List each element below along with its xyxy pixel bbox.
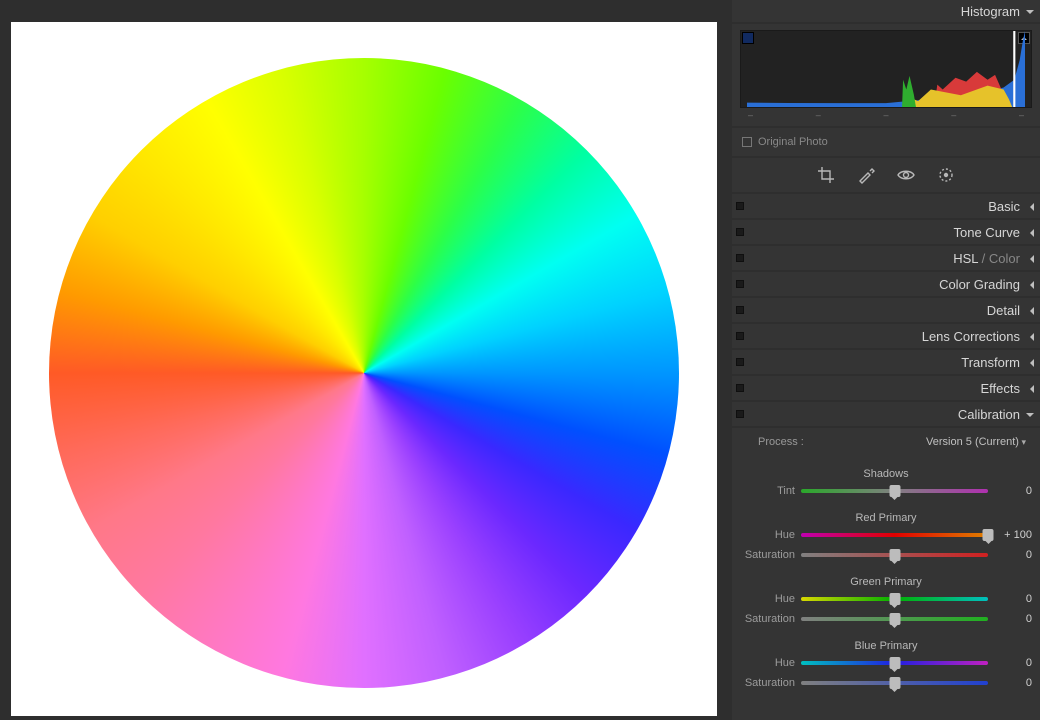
image-canvas[interactable]: [11, 22, 717, 716]
panel-label: Tone Curve: [954, 225, 1034, 240]
panel-detail[interactable]: Detail: [732, 298, 1040, 324]
panel-label: Calibration: [958, 407, 1034, 422]
slider-label: Tint: [740, 485, 795, 497]
slider-label: Hue: [740, 657, 795, 669]
process-row[interactable]: Process : Version 5 (Current): [740, 428, 1032, 456]
green-primary-title: Green Primary: [740, 576, 1032, 588]
panel-calibration[interactable]: Calibration: [732, 402, 1040, 428]
slider-thumb[interactable]: [889, 549, 900, 561]
slider-thumb[interactable]: [889, 485, 900, 497]
slider-thumb[interactable]: [889, 613, 900, 625]
red-hue-slider[interactable]: Hue + 100: [740, 526, 1032, 544]
slider-label: Saturation: [740, 613, 795, 625]
panel-toggle[interactable]: [736, 202, 744, 210]
slider-value[interactable]: + 100: [992, 529, 1032, 541]
calibration-body: Process : Version 5 (Current) Shadows Ti…: [732, 428, 1040, 702]
slider-track[interactable]: [801, 617, 988, 621]
histogram-title: Histogram: [961, 4, 1034, 19]
panel-effects[interactable]: Effects: [732, 376, 1040, 402]
panel-hsl-color[interactable]: HSL / Color: [732, 246, 1040, 272]
tint-slider[interactable]: Tint 0: [740, 482, 1032, 500]
panel-label: Basic: [988, 199, 1034, 214]
tick: –: [1019, 110, 1024, 120]
panel-label: Detail: [987, 303, 1034, 318]
brush-icon[interactable]: [857, 166, 875, 184]
histogram-ticks: – – – – –: [740, 108, 1032, 120]
panel-lens-corrections[interactable]: Lens Corrections: [732, 324, 1040, 350]
radial-icon[interactable]: [937, 166, 955, 184]
panel-transform[interactable]: Transform: [732, 350, 1040, 376]
crop-icon[interactable]: [817, 166, 835, 184]
green-sat-slider[interactable]: Saturation 0: [740, 610, 1032, 628]
panel-toggle[interactable]: [736, 254, 744, 262]
eye-icon[interactable]: [897, 166, 915, 184]
slider-track[interactable]: [801, 489, 988, 493]
original-photo-checkbox[interactable]: [742, 137, 752, 147]
tick: –: [748, 110, 753, 120]
panel-label: Effects: [980, 381, 1034, 396]
develop-panel: Histogram – – – – – Original Photo: [732, 0, 1040, 720]
slider-label: Saturation: [740, 549, 795, 561]
panel-label: Color Grading: [939, 277, 1034, 292]
slider-thumb[interactable]: [983, 529, 994, 541]
slider-value[interactable]: 0: [992, 657, 1032, 669]
panel-toggle[interactable]: [736, 410, 744, 418]
slider-track[interactable]: [801, 533, 988, 537]
blue-hue-slider[interactable]: Hue 0: [740, 654, 1032, 672]
panel-tone-curve[interactable]: Tone Curve: [732, 220, 1040, 246]
green-hue-slider[interactable]: Hue 0: [740, 590, 1032, 608]
slider-track[interactable]: [801, 661, 988, 665]
tick: –: [816, 110, 821, 120]
red-sat-slider[interactable]: Saturation 0: [740, 546, 1032, 564]
blue-sat-slider[interactable]: Saturation 0: [740, 674, 1032, 692]
tick: –: [883, 110, 888, 120]
panel-toggle[interactable]: [736, 228, 744, 236]
panel-color-grading[interactable]: Color Grading: [732, 272, 1040, 298]
red-primary-title: Red Primary: [740, 512, 1032, 524]
slider-value[interactable]: 0: [992, 613, 1032, 625]
slider-value[interactable]: 0: [992, 593, 1032, 605]
image-viewer: [0, 0, 732, 720]
process-label: Process :: [758, 436, 804, 448]
tick: –: [951, 110, 956, 120]
slider-thumb[interactable]: [889, 657, 900, 669]
shadows-title: Shadows: [740, 468, 1032, 480]
panel-label: Lens Corrections: [922, 329, 1034, 344]
panel-basic[interactable]: Basic: [732, 194, 1040, 220]
slider-label: Hue: [740, 529, 795, 541]
original-photo-row[interactable]: Original Photo: [732, 128, 1040, 158]
slider-value[interactable]: 0: [992, 485, 1032, 497]
panel-toggle[interactable]: [736, 358, 744, 366]
panel-label: HSL / Color: [953, 251, 1034, 266]
slider-thumb[interactable]: [889, 593, 900, 605]
slider-value[interactable]: 0: [992, 549, 1032, 561]
panel-toggle[interactable]: [736, 332, 744, 340]
slider-label: Hue: [740, 593, 795, 605]
histogram-chart[interactable]: [740, 30, 1032, 108]
slider-track[interactable]: [801, 553, 988, 557]
blue-primary-title: Blue Primary: [740, 640, 1032, 652]
histogram-header[interactable]: Histogram: [732, 0, 1040, 24]
histogram-body: – – – – –: [732, 24, 1040, 128]
slider-track[interactable]: [801, 681, 988, 685]
histogram-svg: [747, 31, 1025, 107]
slider-thumb[interactable]: [889, 677, 900, 689]
panel-toggle[interactable]: [736, 306, 744, 314]
tool-strip: [732, 158, 1040, 194]
slider-label: Saturation: [740, 677, 795, 689]
panel-toggle[interactable]: [736, 280, 744, 288]
panel-toggle[interactable]: [736, 384, 744, 392]
slider-track[interactable]: [801, 597, 988, 601]
panel-label: Transform: [961, 355, 1034, 370]
original-photo-label: Original Photo: [758, 136, 828, 148]
process-value[interactable]: Version 5 (Current): [926, 436, 1026, 448]
slider-value[interactable]: 0: [992, 677, 1032, 689]
color-wheel-image: [49, 58, 679, 688]
